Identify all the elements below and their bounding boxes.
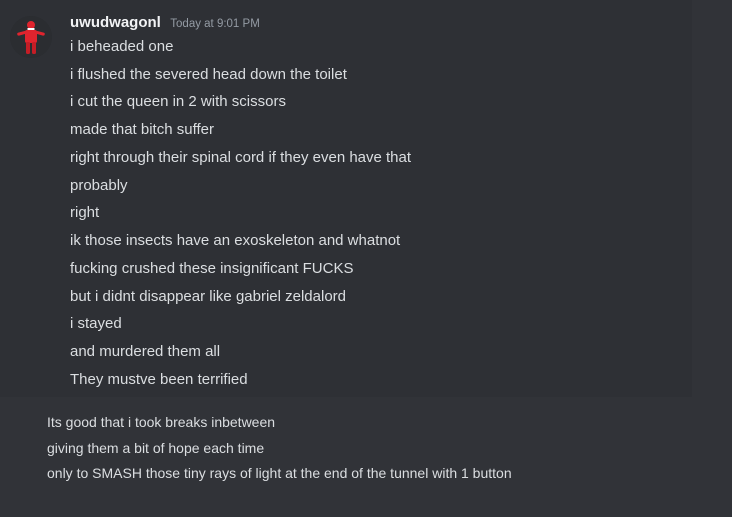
message-line: made that bitch suffer [70,121,214,138]
message-line: right [70,204,100,221]
avatar[interactable] [10,16,52,58]
message-line: right through their spinal cord if they … [70,149,412,166]
message-line: i beheaded one [70,38,174,55]
message-line: probably [70,177,128,194]
message-line: ik those insects have an exoskeleton and… [70,232,401,249]
followup-line: only to SMASH those tiny rays of light a… [47,465,512,481]
message-line: i cut the queen in 2 with scissors [70,93,286,110]
message-line: fucking crushed these insignificant FUCK… [70,260,354,277]
message-line: They mustve been terrified [70,371,248,388]
red-figure-avatar-icon [10,16,52,58]
followup-line: Its good that i took breaks inbetween [47,414,276,430]
message-line: i flushed the severed head down the toil… [70,66,347,83]
message-header: uwudwagonl Today at 9:01 PM [70,14,260,34]
message-group[interactable]: uwudwagonl Today at 9:01 PM i beheaded o… [0,0,692,397]
chat-area: uwudwagonl Today at 9:01 PM i beheaded o… [0,0,732,517]
followup-message-group[interactable]: Its good that i took breaks inbetween gi… [0,397,732,517]
message-line: i stayed [70,315,122,332]
message-line: but i didnt disappear like gabriel zelda… [70,288,347,305]
message-line: and murdered them all [70,343,221,360]
followup-line: giving them a bit of hope each time [47,440,265,456]
timestamp[interactable]: Today at 9:01 PM [170,18,260,30]
username[interactable]: uwudwagonl [70,14,161,31]
